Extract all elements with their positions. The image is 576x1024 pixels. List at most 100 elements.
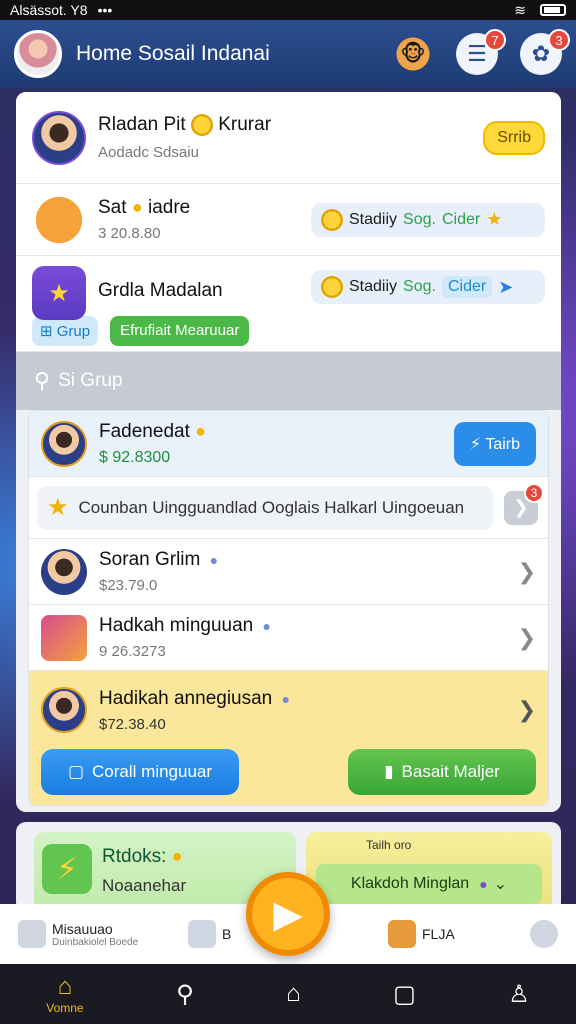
- square-icon: ▢: [393, 980, 416, 1008]
- highlight-text: Hadikah annegiusan ● $72.38.40: [99, 688, 290, 733]
- srrib-button[interactable]: Srrib: [483, 120, 545, 155]
- coin-icon: ●: [131, 197, 143, 217]
- mearuuar-chip[interactable]: Efrufiait Mearuuar: [110, 316, 250, 346]
- profile-card: Rladan Pit Krurar Aodadc Sdsaiu Srrib Sa…: [16, 92, 561, 352]
- featured-avatar: [41, 420, 87, 467]
- item-avatar: [41, 548, 87, 595]
- box-icon: [188, 920, 216, 948]
- avatar[interactable]: [14, 30, 62, 78]
- reward-name: Sat ● iadre: [98, 197, 191, 218]
- page-title: Home Sosail Indanai: [76, 42, 270, 65]
- item-name: Hadkah minguuan ●: [99, 615, 271, 636]
- promo-right-card[interactable]: Tailh oro Klakdoh Minglan ● ⌄: [306, 832, 552, 912]
- game-bar-item-2[interactable]: B: [188, 920, 248, 948]
- item-value: $23.79.0: [99, 577, 158, 594]
- wifi-icon: ≋: [514, 1, 526, 18]
- profile-name: Rladan Pit Krurar: [98, 113, 272, 136]
- nav-home[interactable]: ⌂ Vomne: [46, 973, 83, 1015]
- profile-icon: ♙: [508, 980, 530, 1008]
- game-bar-text: Misauuao Duinbakiolel Boede: [52, 921, 138, 948]
- list-item[interactable]: Soran Grlim ● $23.79.0 ❯: [29, 539, 548, 605]
- home-icon: ⌂: [57, 973, 73, 1000]
- battery-icon: [540, 4, 566, 16]
- notification-badge: 7: [484, 29, 506, 51]
- item-value: 9 26.3273: [99, 643, 166, 660]
- nav-profile[interactable]: ♙: [508, 980, 530, 1009]
- nav-house[interactable]: ⌂: [286, 980, 301, 1008]
- chevron-right-icon[interactable]: ❯: [518, 697, 536, 723]
- gift-icon: [41, 614, 87, 661]
- featured-text: Fadenedat ● $ 92.8300: [99, 421, 206, 467]
- settings-icon[interactable]: ✿ 3: [520, 29, 570, 75]
- highlight-buttons: ▢ Corall minguuar ▮ Basait Maljer: [41, 749, 536, 795]
- featured-name: Fadenedat ●: [99, 420, 207, 442]
- badge-icon: ●: [479, 876, 488, 892]
- study-pill-2[interactable]: Stadiiy Sog. Cider ➤: [311, 270, 545, 304]
- chevron-right-icon[interactable]: ❯: [518, 625, 536, 651]
- verified-icon: ●: [262, 618, 271, 634]
- highlight-value: $72.38.40: [99, 715, 166, 733]
- coin-icon: ●: [171, 846, 183, 866]
- study-green-2: Sog.: [403, 278, 436, 295]
- star-icon: ★: [486, 209, 503, 229]
- basait-button[interactable]: ▮ Basait Maljer: [348, 749, 536, 795]
- game-bar-item-1[interactable]: Misauuao Duinbakiolel Boede: [18, 920, 188, 948]
- highlight-row[interactable]: Hadikah annegiusan ● $72.38.40 ❯: [41, 681, 536, 739]
- reward-value: 3 20.8.80: [98, 225, 161, 242]
- game-bar-sub: Duinbakiolel Boede: [52, 936, 139, 948]
- tairb-button[interactable]: ⚡ Tairb: [453, 421, 536, 466]
- mascot-icon[interactable]: 🐵: [392, 33, 434, 75]
- item-text: Hadkah minguuan ● 9 26.3273: [99, 615, 271, 660]
- corall-button[interactable]: ▢ Corall minguuar: [41, 749, 239, 795]
- group-row[interactable]: Grdla Madalan ⊞ Grup Efrufiait Mearuuar …: [16, 256, 561, 352]
- study-label-2: Stadiiy: [349, 278, 398, 295]
- promo-subtitle: Noaanehar: [102, 876, 187, 895]
- klakdoh-button[interactable]: Klakdoh Minglan ● ⌄: [316, 864, 542, 904]
- search-icon: ⚲: [176, 980, 194, 1008]
- group-chips: ⊞ Grup Efrufiait Mearuuar: [32, 316, 292, 346]
- game-bar-item-4[interactable]: [530, 920, 558, 948]
- arrow-icon: ➤: [498, 276, 514, 297]
- list-item[interactable]: Hadkah minguuan ● 9 26.3273 ❯: [29, 605, 548, 671]
- star-icon: ★: [47, 494, 69, 521]
- notice-chevron-button[interactable]: ❯ 3: [504, 482, 544, 525]
- group-list: Fadenedat ● $ 92.8300 ⚡ Tairb ★ Counban …: [28, 410, 549, 806]
- grup-chip[interactable]: ⊞ Grup: [32, 316, 99, 346]
- study-green: Sog.: [403, 210, 436, 228]
- item-name: Soran Grlim ●: [99, 549, 219, 570]
- chat-icon[interactable]: ☰ 7: [456, 29, 506, 75]
- main-panel: Rladan Pit Krurar Aodadc Sdsaiu Srrib Sa…: [16, 92, 561, 812]
- search-bar[interactable]: ⚲ Si Grup: [16, 352, 561, 410]
- profile-avatar: [32, 110, 86, 165]
- notice-row[interactable]: ★ Counban Uingguandlad Ooglais Halkarl U…: [29, 477, 548, 539]
- status-dots: •••: [97, 2, 113, 18]
- profile-text: Rladan Pit Krurar Aodadc Sdsaiu: [98, 113, 272, 161]
- reward-row[interactable]: Sat ● iadre 3 20.8.80 Stadiiy Sog. Cider…: [16, 184, 561, 256]
- coin-icon: ●: [195, 420, 207, 441]
- coin-icon: [321, 208, 343, 231]
- promo-title: Rtdoks: ●: [102, 846, 183, 867]
- alert-badge: 3: [548, 29, 570, 51]
- play-icon: ▶: [273, 893, 303, 936]
- game-bar-label: Misauuao: [52, 920, 113, 937]
- study-pill[interactable]: Stadiiy Sog. Cider ★: [311, 202, 545, 237]
- featured-row[interactable]: Fadenedat ● $ 92.8300 ⚡ Tairb: [29, 411, 548, 477]
- highlight-name: Hadikah annegiusan ●: [99, 687, 290, 709]
- play-button[interactable]: ▶: [246, 872, 330, 956]
- status-text: Alsässot. Y8: [10, 2, 88, 18]
- group-icon: [32, 266, 86, 320]
- reward-text: Sat ● iadre 3 20.8.80: [98, 197, 190, 242]
- chevron-right-icon[interactable]: ❯: [518, 559, 536, 585]
- game-bar-item-3[interactable]: FLJA: [388, 920, 455, 948]
- profile-row[interactable]: Rladan Pit Krurar Aodadc Sdsaiu Srrib: [16, 92, 561, 184]
- nav-square[interactable]: ▢: [393, 980, 416, 1009]
- nav-search[interactable]: ⚲: [176, 980, 194, 1009]
- notice-banner[interactable]: ★ Counban Uingguandlad Ooglais Halkarl U…: [37, 485, 493, 530]
- house-icon: ⌂: [286, 980, 301, 1007]
- status-icons: ≋: [514, 2, 566, 19]
- featured-price: $ 92.8300: [99, 448, 171, 466]
- coin-icon: [190, 113, 213, 136]
- search-icon: ⚲: [34, 368, 51, 393]
- nav-bar: ⌂ Vomne ⚲ ⌂ ▢ ♙: [0, 964, 576, 1024]
- verified-icon: ●: [209, 552, 219, 568]
